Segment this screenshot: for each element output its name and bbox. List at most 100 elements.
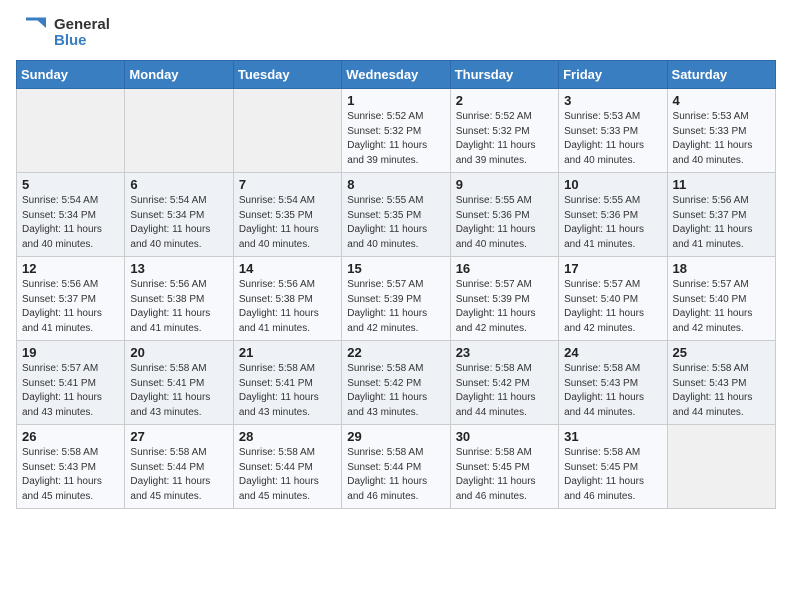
cell-info: Sunrise: 5:58 AMSunset: 5:45 PMDaylight:…	[456, 446, 553, 504]
calendar-cell: 9 Sunrise: 5:55 AMSunset: 5:36 PMDaylight…	[450, 173, 558, 257]
day-number: 15	[347, 261, 444, 276]
calendar-cell: 25 Sunrise: 5:58 AMSunset: 5:43 PMDayligh…	[667, 341, 775, 425]
calendar-cell: 3 Sunrise: 5:53 AMSunset: 5:33 PMDaylight…	[559, 89, 667, 173]
cell-info: Sunrise: 5:58 AMSunset: 5:44 PMDaylight:…	[347, 446, 444, 504]
day-number: 1	[347, 93, 444, 108]
logo-general-text: General	[54, 17, 110, 34]
calendar-cell: 11Sunrise: 5:56 AMSunset: 5:37 PMDayligh…	[667, 173, 775, 257]
calendar-cell: 26Sunrise: 5:58 AMSunset: 5:43 PMDayligh…	[17, 425, 125, 509]
day-number: 17	[564, 261, 661, 276]
day-number: 9	[456, 177, 553, 192]
day-header-saturday: Saturday	[667, 61, 775, 89]
cell-info: Sunrise: 5:58 AMSunset: 5:42 PMDaylight:…	[456, 362, 553, 420]
calendar-cell: 6Sunrise: 5:54 AMSunset: 5:34 PMDaylight…	[125, 173, 233, 257]
cell-info: Sunrise: 5:53 AMSunset: 5:33 PMDaylight:…	[564, 110, 661, 168]
day-number: 19	[22, 345, 119, 360]
calendar-cell: 5Sunrise: 5:54 AMSunset: 5:34 PMDaylight…	[17, 173, 125, 257]
calendar-cell	[233, 89, 341, 173]
calendar-cell: 21 Sunrise: 5:58 AMSunset: 5:41 PMDayligh…	[233, 341, 341, 425]
cell-info: Sunrise: 5:58 AMSunset: 5:45 PMDaylight:…	[564, 446, 661, 504]
calendar-cell	[125, 89, 233, 173]
cell-info: Sunrise: 5:58 AMSunset: 5:44 PMDaylight:…	[239, 446, 336, 504]
calendar-cell: 10Sunrise: 5:55 AMSunset: 5:36 PMDayligh…	[559, 173, 667, 257]
calendar-cell: 17 Sunrise: 5:57 AMSunset: 5:40 PMDayligh…	[559, 257, 667, 341]
cell-info: Sunrise: 5:54 AMSunset: 5:34 PMDaylight:…	[130, 194, 227, 252]
calendar-cell: 23 Sunrise: 5:58 AMSunset: 5:42 PMDayligh…	[450, 341, 558, 425]
cell-info: Sunrise: 5:56 AMSunset: 5:37 PMDaylight:…	[22, 278, 119, 336]
cell-info: Sunrise: 5:57 AMSunset: 5:39 PMDaylight:…	[347, 278, 444, 336]
day-header-thursday: Thursday	[450, 61, 558, 89]
calendar-cell	[667, 425, 775, 509]
day-number: 7	[239, 177, 336, 192]
calendar-cell: 22Sunrise: 5:58 AMSunset: 5:42 PMDayligh…	[342, 341, 450, 425]
day-number: 14	[239, 261, 336, 276]
calendar-cell: 4 Sunrise: 5:53 AMSunset: 5:33 PMDaylight…	[667, 89, 775, 173]
calendar-cell: 20Sunrise: 5:58 AMSunset: 5:41 PMDayligh…	[125, 341, 233, 425]
day-number: 18	[673, 261, 770, 276]
day-number: 13	[130, 261, 227, 276]
cell-info: Sunrise: 5:56 AMSunset: 5:38 PMDaylight:…	[239, 278, 336, 336]
day-header-monday: Monday	[125, 61, 233, 89]
calendar-week-4: 19 Sunrise: 5:57 AMSunset: 5:41 PMDayligh…	[17, 341, 776, 425]
cell-info: Sunrise: 5:58 AMSunset: 5:42 PMDaylight:…	[347, 362, 444, 420]
cell-info: Sunrise: 5:57 AMSunset: 5:41 PMDaylight:…	[22, 362, 119, 420]
day-number: 24	[564, 345, 661, 360]
day-number: 21	[239, 345, 336, 360]
cell-info: Sunrise: 5:57 AMSunset: 5:40 PMDaylight:…	[564, 278, 661, 336]
day-number: 28	[239, 429, 336, 444]
logo-icon	[16, 16, 50, 50]
day-header-sunday: Sunday	[17, 61, 125, 89]
calendar-week-2: 5Sunrise: 5:54 AMSunset: 5:34 PMDaylight…	[17, 173, 776, 257]
day-number: 12	[22, 261, 119, 276]
calendar-cell: 19 Sunrise: 5:57 AMSunset: 5:41 PMDayligh…	[17, 341, 125, 425]
day-number: 27	[130, 429, 227, 444]
cell-info: Sunrise: 5:58 AMSunset: 5:41 PMDaylight:…	[239, 362, 336, 420]
day-number: 30	[456, 429, 553, 444]
calendar-cell: 12 Sunrise: 5:56 AMSunset: 5:37 PMDayligh…	[17, 257, 125, 341]
day-number: 4	[673, 93, 770, 108]
calendar-cell: 14 Sunrise: 5:56 AMSunset: 5:38 PMDayligh…	[233, 257, 341, 341]
cell-info: Sunrise: 5:54 AMSunset: 5:35 PMDaylight:…	[239, 194, 336, 252]
calendar-header-row: SundayMondayTuesdayWednesdayThursdayFrid…	[17, 61, 776, 89]
calendar-cell: 31 Sunrise: 5:58 AMSunset: 5:45 PMDayligh…	[559, 425, 667, 509]
day-header-wednesday: Wednesday	[342, 61, 450, 89]
calendar-cell: 29 Sunrise: 5:58 AMSunset: 5:44 PMDayligh…	[342, 425, 450, 509]
calendar-week-5: 26Sunrise: 5:58 AMSunset: 5:43 PMDayligh…	[17, 425, 776, 509]
cell-info: Sunrise: 5:54 AMSunset: 5:34 PMDaylight:…	[22, 194, 119, 252]
calendar-week-1: 1 Sunrise: 5:52 AMSunset: 5:32 PMDaylight…	[17, 89, 776, 173]
day-number: 16	[456, 261, 553, 276]
cell-info: Sunrise: 5:55 AMSunset: 5:36 PMDaylight:…	[456, 194, 553, 252]
day-number: 11	[673, 177, 770, 192]
day-number: 29	[347, 429, 444, 444]
cell-info: Sunrise: 5:57 AMSunset: 5:40 PMDaylight:…	[673, 278, 770, 336]
day-number: 2	[456, 93, 553, 108]
calendar-cell: 8Sunrise: 5:55 AMSunset: 5:35 PMDaylight…	[342, 173, 450, 257]
day-number: 8	[347, 177, 444, 192]
day-number: 31	[564, 429, 661, 444]
calendar-cell: 13Sunrise: 5:56 AMSunset: 5:38 PMDayligh…	[125, 257, 233, 341]
day-number: 23	[456, 345, 553, 360]
cell-info: Sunrise: 5:58 AMSunset: 5:43 PMDaylight:…	[673, 362, 770, 420]
cell-info: Sunrise: 5:58 AMSunset: 5:44 PMDaylight:…	[130, 446, 227, 504]
calendar-cell: 28 Sunrise: 5:58 AMSunset: 5:44 PMDayligh…	[233, 425, 341, 509]
cell-info: Sunrise: 5:53 AMSunset: 5:33 PMDaylight:…	[673, 110, 770, 168]
day-header-tuesday: Tuesday	[233, 61, 341, 89]
calendar-table: SundayMondayTuesdayWednesdayThursdayFrid…	[16, 60, 776, 509]
cell-info: Sunrise: 5:52 AMSunset: 5:32 PMDaylight:…	[456, 110, 553, 168]
header: GeneralBlue	[16, 16, 776, 50]
cell-info: Sunrise: 5:58 AMSunset: 5:43 PMDaylight:…	[22, 446, 119, 504]
cell-info: Sunrise: 5:58 AMSunset: 5:43 PMDaylight:…	[564, 362, 661, 420]
calendar-cell: 18 Sunrise: 5:57 AMSunset: 5:40 PMDayligh…	[667, 257, 775, 341]
calendar-cell: 1Sunrise: 5:52 AMSunset: 5:32 PMDaylight…	[342, 89, 450, 173]
cell-info: Sunrise: 5:58 AMSunset: 5:41 PMDaylight:…	[130, 362, 227, 420]
day-number: 3	[564, 93, 661, 108]
day-number: 25	[673, 345, 770, 360]
calendar-cell: 24 Sunrise: 5:58 AMSunset: 5:43 PMDayligh…	[559, 341, 667, 425]
calendar-cell: 16 Sunrise: 5:57 AMSunset: 5:39 PMDayligh…	[450, 257, 558, 341]
day-number: 10	[564, 177, 661, 192]
logo: GeneralBlue	[16, 16, 110, 50]
cell-info: Sunrise: 5:57 AMSunset: 5:39 PMDaylight:…	[456, 278, 553, 336]
calendar-cell: 15 Sunrise: 5:57 AMSunset: 5:39 PMDayligh…	[342, 257, 450, 341]
logo-blue-text: Blue	[54, 33, 110, 50]
day-header-friday: Friday	[559, 61, 667, 89]
